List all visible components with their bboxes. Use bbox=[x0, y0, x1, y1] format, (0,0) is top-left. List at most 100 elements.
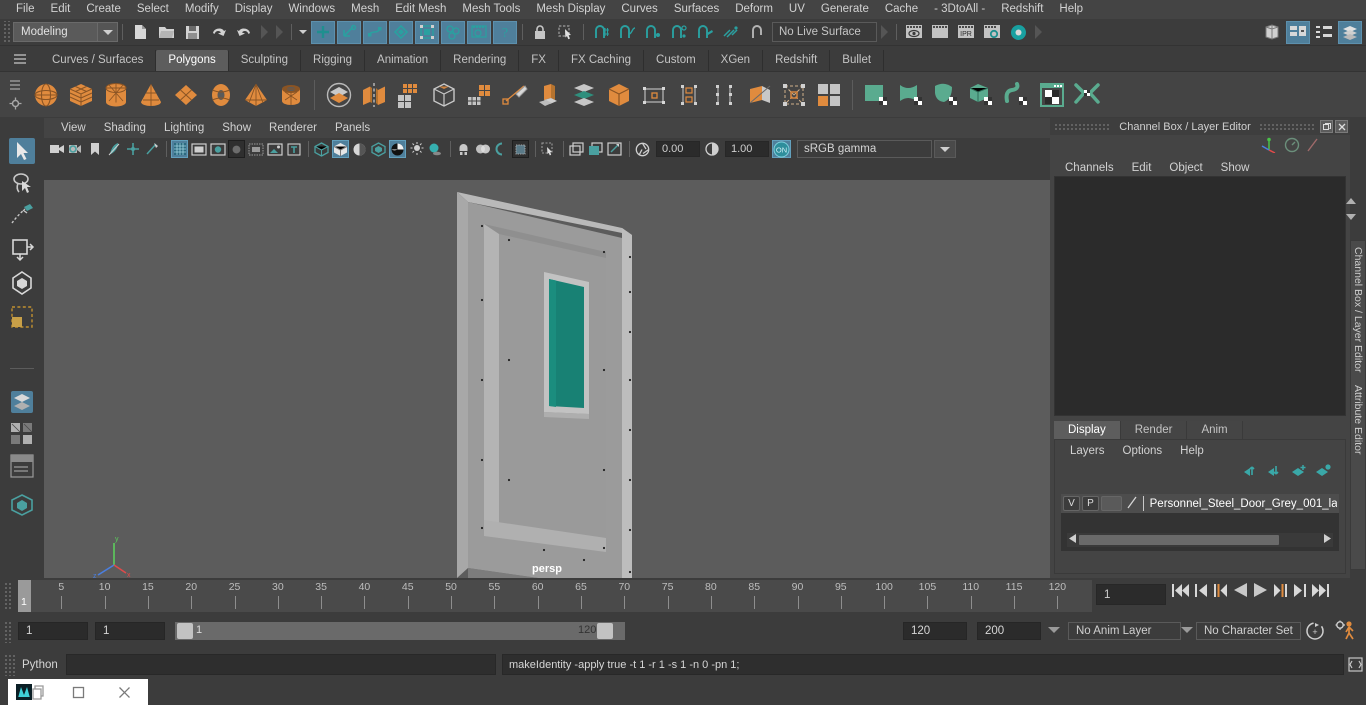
poly-separate-icon[interactable] bbox=[356, 75, 391, 115]
render-view-icon[interactable] bbox=[902, 21, 926, 44]
film-gate-icon[interactable] bbox=[190, 140, 207, 158]
animation-preferences-icon[interactable] bbox=[1334, 620, 1357, 644]
uv-automatic-icon[interactable] bbox=[964, 75, 999, 115]
viewport-menu-lighting[interactable]: Lighting bbox=[155, 118, 213, 138]
move-layer-up-icon[interactable] bbox=[1244, 464, 1259, 480]
display-textures-icon[interactable] bbox=[568, 140, 585, 158]
select-by-hierarchy-icon[interactable] bbox=[311, 20, 335, 44]
snap-to-grid-icon[interactable] bbox=[589, 21, 613, 44]
shaded-wireframe-icon[interactable] bbox=[370, 140, 387, 158]
channel-box-toggle-icon[interactable] bbox=[1338, 20, 1362, 44]
range-bar[interactable] bbox=[175, 622, 625, 640]
layer-tab-anim[interactable]: Anim bbox=[1187, 421, 1243, 440]
snap-to-curve-icon[interactable] bbox=[615, 21, 639, 44]
quick-layout-outliner[interactable] bbox=[10, 454, 34, 481]
camera-attributes-icon[interactable] bbox=[67, 140, 84, 158]
wireframe-icon[interactable] bbox=[313, 140, 330, 158]
collapse-handle-2[interactable] bbox=[276, 25, 283, 39]
go-to-end-icon[interactable] bbox=[1311, 583, 1329, 601]
xray-joints-icon[interactable] bbox=[474, 140, 491, 158]
scroll-right-icon[interactable] bbox=[1321, 534, 1333, 546]
menu-item-file[interactable]: File bbox=[8, 0, 43, 19]
uv-editor-icon[interactable] bbox=[1034, 75, 1069, 115]
anim-layer-dropdown-icon[interactable] bbox=[1048, 627, 1060, 633]
range-bar-left-handle[interactable] bbox=[177, 623, 193, 639]
3d-viewport[interactable]: y z x persp bbox=[44, 180, 1050, 578]
color-transform-field[interactable]: sRGB gamma bbox=[797, 140, 932, 158]
quick-layout-four-view[interactable] bbox=[10, 422, 34, 449]
open-scene-icon[interactable] bbox=[154, 21, 178, 44]
poly-multicut-icon[interactable] bbox=[496, 75, 531, 115]
textured-icon[interactable] bbox=[389, 140, 406, 158]
ipr-render-icon[interactable]: IPR bbox=[954, 21, 978, 44]
new-scene-icon[interactable] bbox=[128, 21, 152, 44]
dropdown-small-icon[interactable] bbox=[297, 21, 309, 44]
text-display-icon[interactable] bbox=[285, 140, 302, 158]
shelf-tab-redshift[interactable]: Redshift bbox=[763, 50, 831, 71]
menu-item-modify[interactable]: Modify bbox=[177, 0, 227, 19]
gate-mask-icon[interactable] bbox=[228, 140, 245, 158]
side-tab-attribute-editor[interactable]: Attribute Editor bbox=[1351, 379, 1365, 460]
collapse-handle-3[interactable] bbox=[881, 25, 888, 39]
collapse-handle-1[interactable] bbox=[261, 25, 268, 39]
undo-icon[interactable] bbox=[206, 21, 230, 44]
menu-item-curves[interactable]: Curves bbox=[613, 0, 665, 19]
layer-menu-help[interactable]: Help bbox=[1171, 445, 1213, 457]
command-language-label[interactable]: Python bbox=[16, 659, 66, 671]
poly-triangulate-icon[interactable] bbox=[671, 75, 706, 115]
poly-cube-icon[interactable] bbox=[63, 75, 98, 115]
select-tool-icon[interactable] bbox=[554, 21, 578, 44]
auto-keyframe-icon[interactable]: + bbox=[1305, 621, 1326, 644]
snap-to-projected-center-icon[interactable] bbox=[667, 21, 691, 44]
selection-highlight-icon[interactable] bbox=[540, 140, 557, 158]
close-icon[interactable] bbox=[101, 679, 148, 705]
menu-item-help[interactable]: Help bbox=[1051, 0, 1091, 19]
resolution-gate-icon[interactable] bbox=[209, 140, 226, 158]
menu-item-mesh-tools[interactable]: Mesh Tools bbox=[454, 0, 528, 19]
tool-rotate[interactable] bbox=[9, 270, 35, 299]
render-settings-icon[interactable] bbox=[980, 21, 1004, 44]
camera-move-icon[interactable] bbox=[124, 140, 141, 158]
range-end-field[interactable]: 120 bbox=[903, 622, 967, 640]
channel-box-list[interactable] bbox=[1054, 176, 1346, 416]
step-forward-frame-icon[interactable] bbox=[1273, 583, 1287, 601]
close-icon[interactable] bbox=[1335, 120, 1348, 133]
animation-end-field[interactable]: 200 bbox=[977, 622, 1041, 640]
shelf-tab-curves-surfaces[interactable]: Curves / Surfaces bbox=[40, 50, 157, 71]
snap-to-point-icon[interactable] bbox=[641, 21, 665, 44]
viewport-menu-panels[interactable]: Panels bbox=[326, 118, 379, 138]
menu-item-display[interactable]: Display bbox=[227, 0, 281, 19]
speedometer-icon[interactable] bbox=[1284, 137, 1300, 156]
screen-space-ao-icon[interactable] bbox=[606, 140, 623, 158]
select-by-component-icon[interactable] bbox=[363, 20, 387, 44]
panel-scroll-arrows[interactable] bbox=[1344, 196, 1358, 225]
gamma-icon[interactable] bbox=[703, 140, 720, 158]
shelf-tab-rigging[interactable]: Rigging bbox=[301, 50, 366, 71]
menu-item-select[interactable]: Select bbox=[129, 0, 177, 19]
exposure-icon[interactable] bbox=[266, 140, 283, 158]
layer-menu-layers[interactable]: Layers bbox=[1061, 445, 1114, 457]
menu-set-selector[interactable]: Modeling bbox=[13, 22, 118, 42]
menu-item-uv[interactable]: UV bbox=[781, 0, 813, 19]
poly-cylinder-icon[interactable] bbox=[98, 75, 133, 115]
menu-item-mesh[interactable]: Mesh bbox=[343, 0, 387, 19]
character-set-dropdown-icon[interactable] bbox=[1181, 627, 1193, 633]
layer-list-item[interactable]: V P Personnel_Steel_Door_Grey_001_laye bbox=[1061, 494, 1339, 513]
range-slider-grip[interactable] bbox=[4, 621, 12, 643]
menu-item-redshift[interactable]: Redshift bbox=[993, 0, 1051, 19]
shelf-tab-fx[interactable]: FX bbox=[519, 50, 559, 71]
save-scene-icon[interactable] bbox=[180, 21, 204, 44]
menu-item-surfaces[interactable]: Surfaces bbox=[666, 0, 727, 19]
menu-item-edit[interactable]: Edit bbox=[43, 0, 79, 19]
redo-icon[interactable] bbox=[232, 21, 256, 44]
channel-box-menu-object[interactable]: Object bbox=[1160, 162, 1211, 174]
viewport-menu-view[interactable]: View bbox=[52, 118, 95, 138]
time-slider-grip[interactable] bbox=[4, 582, 12, 610]
quick-layout-hypershade[interactable] bbox=[10, 493, 34, 520]
image-plane-icon[interactable] bbox=[105, 140, 122, 158]
shelf-tab-fx-caching[interactable]: FX Caching bbox=[558, 50, 645, 71]
poly-bevel-icon[interactable] bbox=[601, 75, 636, 115]
uv-cut-icon[interactable] bbox=[1069, 75, 1104, 115]
shelf-tab-custom[interactable]: Custom bbox=[644, 50, 709, 71]
lights-icon[interactable] bbox=[408, 140, 425, 158]
